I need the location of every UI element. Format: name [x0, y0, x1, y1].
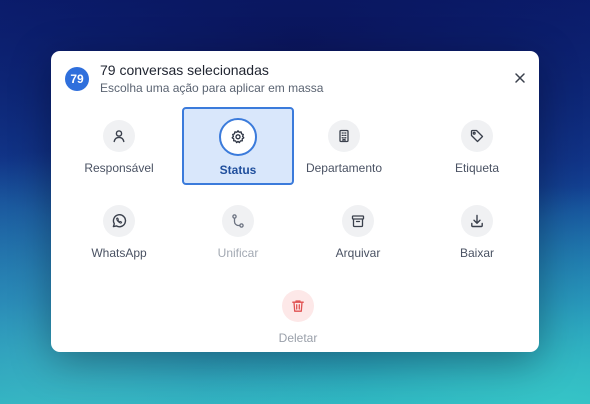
- archive-icon: [342, 205, 374, 237]
- action-deletar[interactable]: Deletar: [242, 277, 354, 355]
- bulk-action-modal: 79 79 conversas selecionadas Escolha uma…: [51, 51, 539, 352]
- action-label: Arquivar: [335, 246, 381, 260]
- action-label: Baixar: [459, 246, 494, 260]
- action-unificar[interactable]: Unificar: [182, 192, 294, 270]
- action-responsavel[interactable]: Responsável: [63, 107, 175, 185]
- action-label: WhatsApp: [91, 246, 147, 260]
- action-label: Deletar: [278, 331, 318, 345]
- user-icon: [103, 120, 135, 152]
- modal-title: 79 conversas selecionadas: [100, 62, 269, 78]
- action-whatsapp[interactable]: WhatsApp: [63, 192, 175, 270]
- action-departamento[interactable]: Departamento: [288, 107, 400, 185]
- modal-subtitle: Escolha uma ação para aplicar em massa: [100, 81, 324, 95]
- action-label: Unificar: [217, 246, 259, 260]
- tag-icon: [461, 120, 493, 152]
- whatsapp-icon: [103, 205, 135, 237]
- close-button[interactable]: [511, 69, 529, 87]
- action-label: Departamento: [305, 161, 383, 175]
- action-etiqueta[interactable]: Etiqueta: [421, 107, 533, 185]
- gear-icon: [219, 118, 257, 156]
- action-label: Status: [219, 163, 257, 177]
- selection-count-badge: 79: [65, 67, 89, 91]
- action-label: Responsável: [84, 161, 154, 175]
- trash-icon: [282, 290, 314, 322]
- download-icon: [461, 205, 493, 237]
- action-label: Etiqueta: [454, 161, 500, 175]
- action-baixar[interactable]: Baixar: [421, 192, 533, 270]
- merge-icon: [222, 205, 254, 237]
- close-icon: [515, 73, 525, 83]
- building-icon: [328, 120, 360, 152]
- action-status[interactable]: Status: [182, 107, 294, 185]
- action-arquivar[interactable]: Arquivar: [302, 192, 414, 270]
